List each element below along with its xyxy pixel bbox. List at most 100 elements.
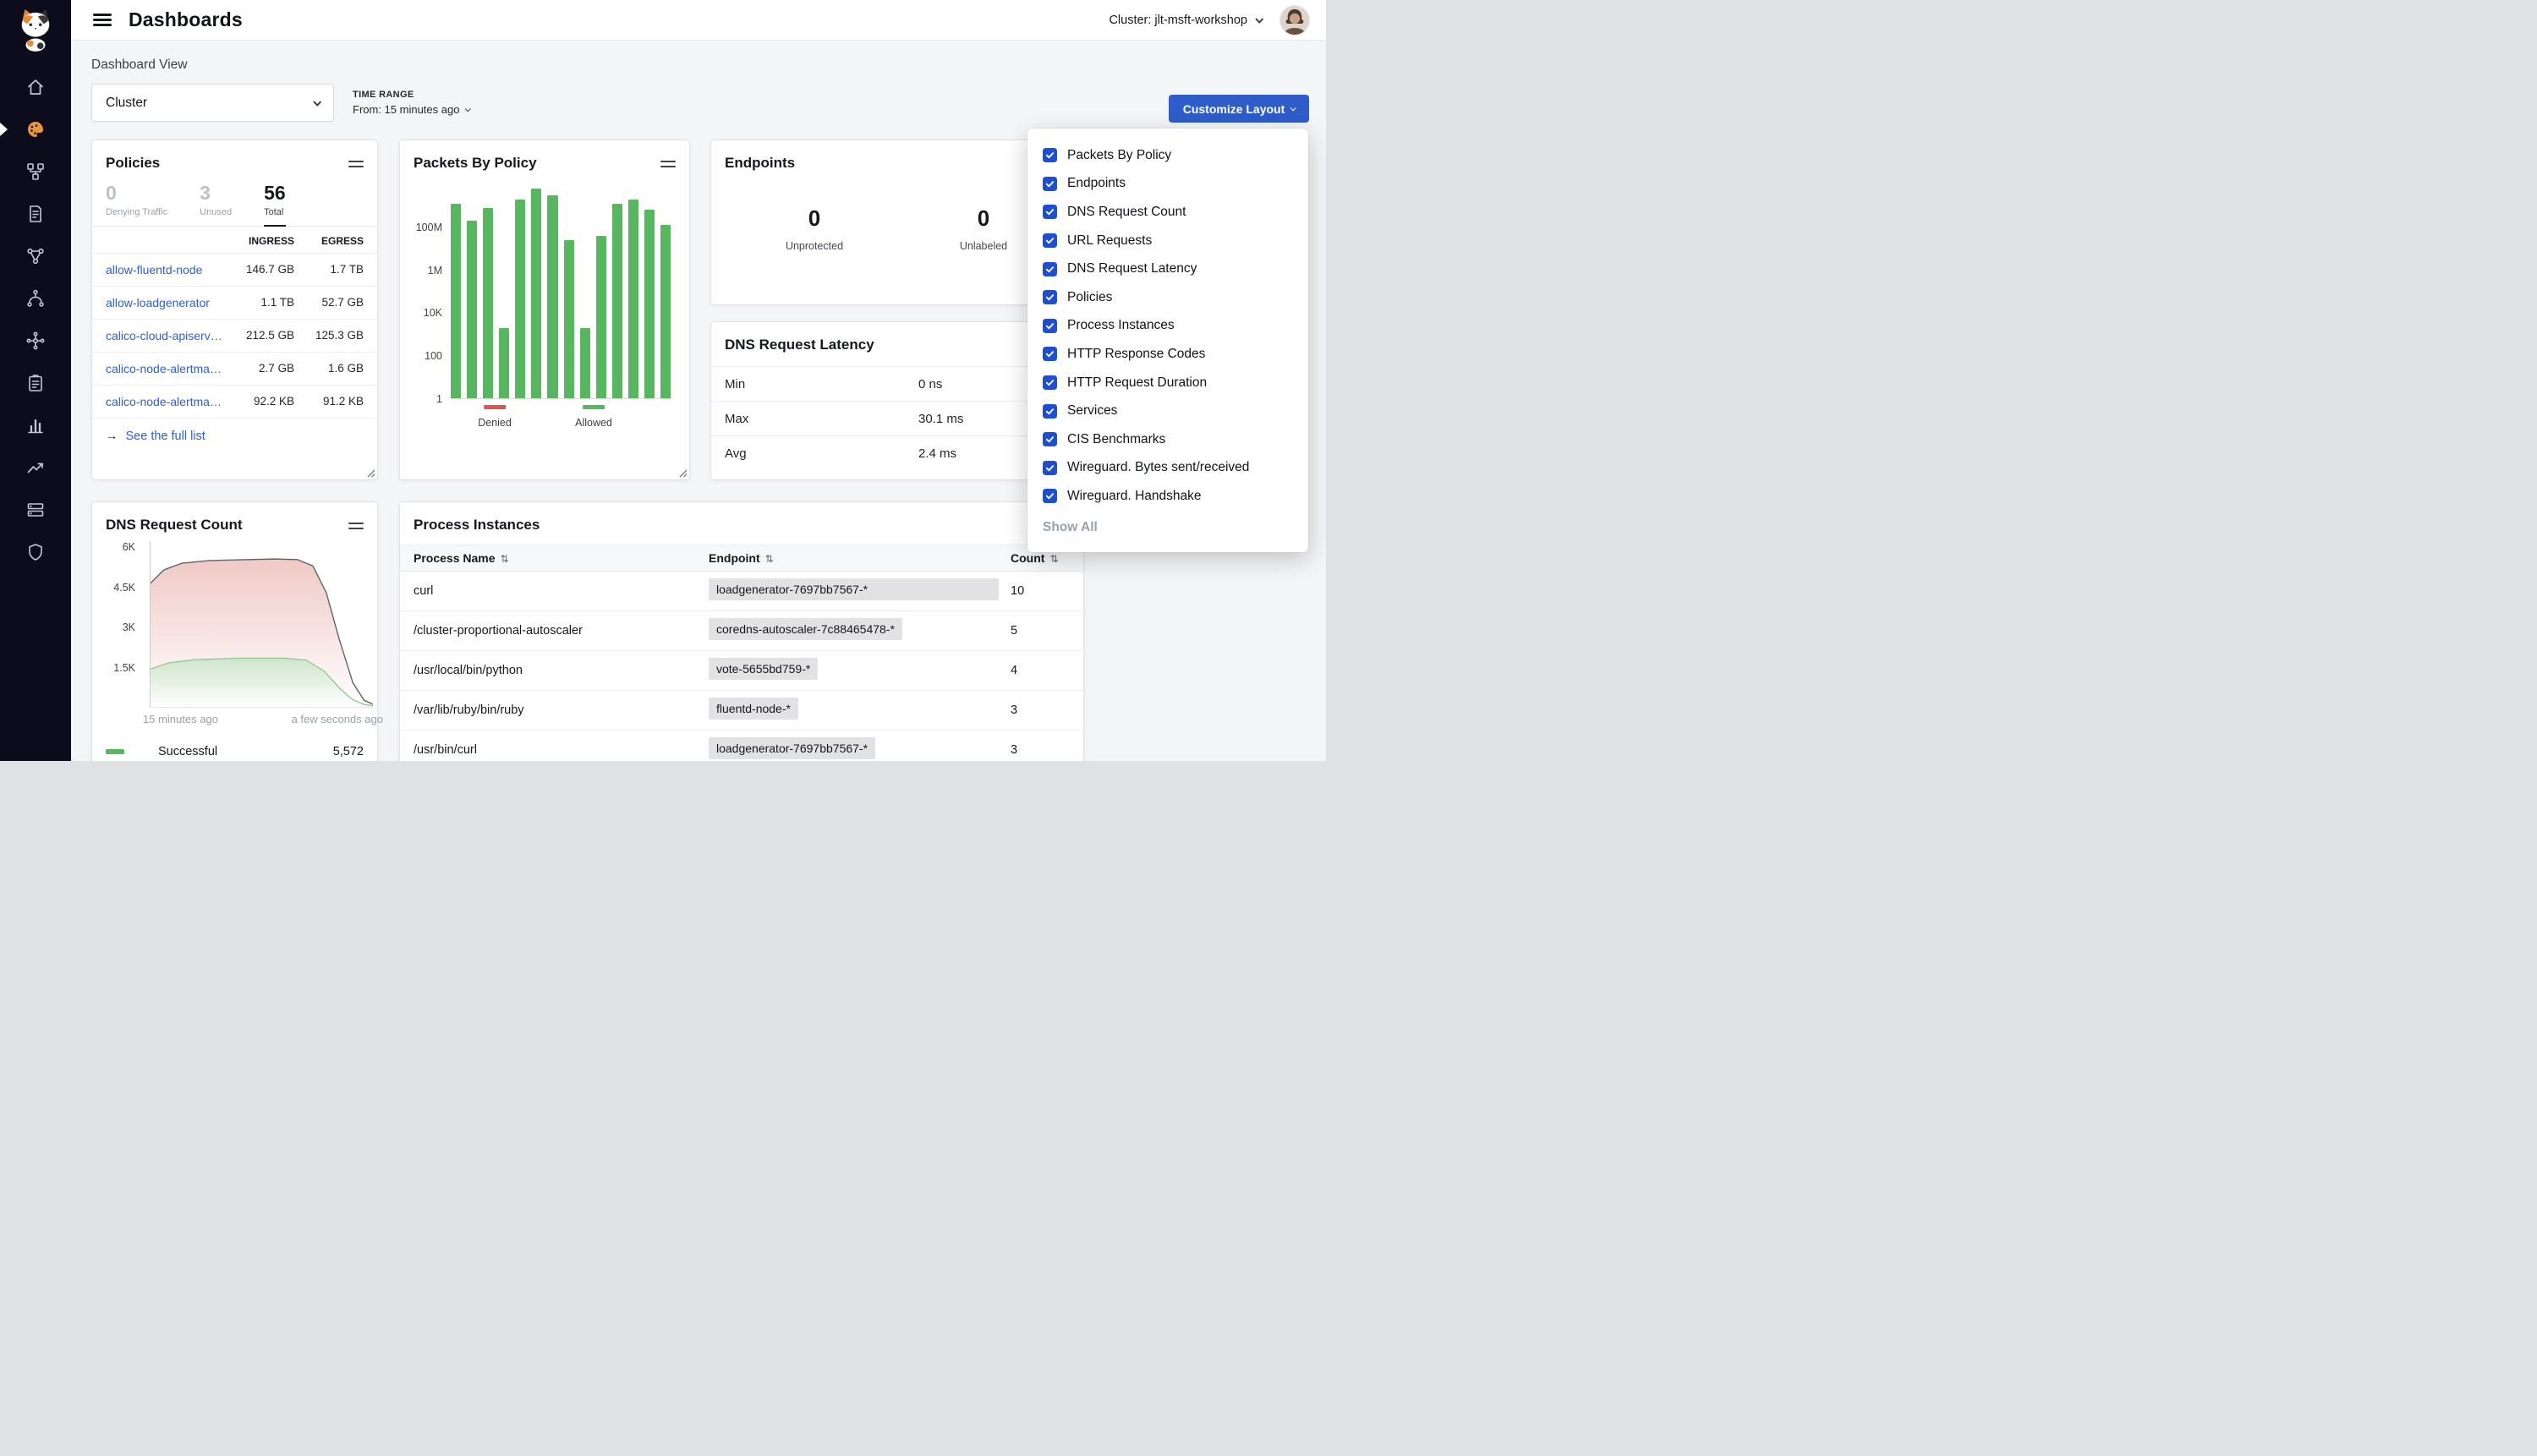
sort-icon[interactable]: ⇅	[501, 553, 509, 565]
endpoint-chip[interactable]: coredns-autoscaler-7c88465478-*	[709, 618, 902, 640]
checkbox-checked-icon[interactable]	[1043, 375, 1057, 390]
endpoint-chip[interactable]: vote-5655bd759-*	[709, 658, 818, 680]
table-row: calico-node-alertmana…2.7 GB1.6 GB	[92, 352, 377, 385]
bar[interactable]	[515, 200, 525, 398]
menu-item-wireguard-bytes-sent-received[interactable]: Wireguard. Bytes sent/received	[1027, 454, 1308, 483]
legend-swatch	[106, 749, 124, 754]
drag-handle-icon[interactable]	[660, 157, 676, 171]
checkbox-checked-icon[interactable]	[1043, 319, 1057, 333]
process-name: /cluster-proportional-autoscaler	[414, 624, 709, 638]
endpoint-chip[interactable]: fluentd-node-*	[709, 698, 798, 720]
sidebar-item-dashboards[interactable]	[0, 108, 71, 151]
policy-link[interactable]: allow-fluentd-node	[106, 263, 227, 276]
bar[interactable]	[612, 204, 622, 398]
bar[interactable]	[499, 328, 509, 398]
menu-item-process-instances[interactable]: Process Instances	[1027, 312, 1308, 341]
sidebar-item-home[interactable]	[0, 66, 71, 108]
bar[interactable]	[580, 328, 590, 398]
drag-handle-icon[interactable]	[348, 157, 364, 171]
resize-handle-icon[interactable]	[366, 468, 375, 478]
bar[interactable]	[547, 195, 557, 398]
legend-item-denied: Denied	[478, 405, 512, 430]
menu-item-url-requests[interactable]: URL Requests	[1027, 227, 1308, 255]
bar[interactable]	[467, 221, 477, 398]
cluster-icon	[25, 331, 46, 351]
menu-item-label: Wireguard. Handshake	[1067, 489, 1202, 504]
col-process-name[interactable]: Process Name⇅	[414, 551, 709, 565]
bar[interactable]	[531, 189, 541, 398]
col-endpoint[interactable]: Endpoint⇅	[709, 551, 1011, 565]
sidebar-item-cluster[interactable]	[0, 320, 71, 362]
checkbox-checked-icon[interactable]	[1043, 432, 1057, 446]
policy-link[interactable]: allow-loadgenerator	[106, 296, 227, 309]
sort-icon[interactable]: ⇅	[765, 553, 774, 565]
policy-link[interactable]: calico-node-alertmana…	[106, 395, 227, 408]
policies-stat-denying-traffic[interactable]: 0Denying Traffic	[106, 182, 167, 226]
stat-value: 0	[106, 182, 167, 205]
checkbox-checked-icon[interactable]	[1043, 205, 1057, 219]
policies-stats: 0Denying Traffic 3Unused 56Total	[92, 172, 377, 227]
bar[interactable]	[644, 210, 655, 398]
cluster-selector[interactable]: Cluster: jlt-msft-workshop	[1109, 14, 1262, 27]
checkbox-checked-icon[interactable]	[1043, 148, 1057, 162]
sidebar-item-trends[interactable]	[0, 446, 71, 489]
checkbox-checked-icon[interactable]	[1043, 177, 1057, 191]
menu-item-policies[interactable]: Policies	[1027, 283, 1308, 312]
menu-icon[interactable]	[93, 10, 112, 29]
sidebar-item-service-graph[interactable]	[0, 235, 71, 277]
checkbox-checked-icon[interactable]	[1043, 233, 1057, 248]
bar[interactable]	[483, 208, 493, 398]
time-range-value[interactable]: From: 15 minutes ago	[353, 103, 469, 116]
bar[interactable]	[564, 240, 574, 398]
menu-item-wireguard-handshake[interactable]: Wireguard. Handshake	[1027, 482, 1308, 511]
x-label-start: 15 minutes ago	[143, 713, 218, 725]
bar[interactable]	[660, 225, 671, 398]
menu-item-dns-request-count[interactable]: DNS Request Count	[1027, 198, 1308, 227]
sidebar-item-storage[interactable]	[0, 489, 71, 531]
policy-link[interactable]: calico-cloud-apiserver-…	[106, 329, 227, 342]
shield-icon	[25, 542, 46, 562]
sidebar-item-shield[interactable]	[0, 531, 71, 573]
endpoint-chip[interactable]: loadgenerator-7697bb7567-*	[709, 578, 999, 600]
dashboard-view-select[interactable]: Cluster	[91, 84, 334, 122]
sidebar-item-compliance[interactable]	[0, 362, 71, 404]
bar[interactable]	[451, 204, 461, 398]
show-all-button[interactable]: Show All	[1027, 520, 1308, 535]
sidebar-item-flow-tree[interactable]	[0, 277, 71, 320]
policy-link[interactable]: calico-node-alertmana…	[106, 362, 227, 375]
checkbox-checked-icon[interactable]	[1043, 489, 1057, 503]
drag-handle-icon[interactable]	[348, 519, 364, 533]
menu-item-services[interactable]: Services	[1027, 397, 1308, 425]
card-title: DNS Request Count	[92, 502, 377, 534]
policies-stat-unused[interactable]: 3Unused	[200, 182, 232, 226]
avatar[interactable]	[1280, 6, 1309, 35]
menu-item-packets-by-policy[interactable]: Packets By Policy	[1027, 141, 1308, 170]
resize-handle-icon[interactable]	[678, 468, 688, 478]
menu-item-endpoints[interactable]: Endpoints	[1027, 170, 1308, 199]
sidebar-item-network[interactable]	[0, 151, 71, 193]
col-count[interactable]: Count⇅	[1011, 551, 1070, 565]
dashboard-view-value: Cluster	[106, 96, 147, 111]
sidebar-item-policies[interactable]	[0, 193, 71, 235]
brand-logo[interactable]	[0, 0, 71, 54]
bar[interactable]	[596, 236, 606, 398]
sort-icon[interactable]: ⇅	[1049, 553, 1058, 565]
menu-item-dns-request-latency[interactable]: DNS Request Latency	[1027, 255, 1308, 283]
policies-stat-total[interactable]: 56Total	[264, 182, 286, 227]
endpoint-chip[interactable]: loadgenerator-7697bb7567-*	[709, 737, 875, 759]
col-name	[106, 235, 227, 247]
legend-swatch	[484, 405, 506, 409]
customize-layout-button[interactable]: Customize Layout	[1169, 95, 1309, 123]
checkbox-checked-icon[interactable]	[1043, 262, 1057, 276]
checkbox-checked-icon[interactable]	[1043, 347, 1057, 361]
checkbox-checked-icon[interactable]	[1043, 290, 1057, 304]
see-full-list-link[interactable]: See the full list	[126, 430, 205, 443]
menu-item-cis-benchmarks[interactable]: CIS Benchmarks	[1027, 425, 1308, 454]
endpoint-cell: fluentd-node-*	[709, 698, 1011, 723]
menu-item-http-response-codes[interactable]: HTTP Response Codes	[1027, 340, 1308, 369]
sidebar-item-bar-chart[interactable]	[0, 404, 71, 446]
checkbox-checked-icon[interactable]	[1043, 404, 1057, 419]
bar[interactable]	[628, 200, 638, 398]
checkbox-checked-icon[interactable]	[1043, 461, 1057, 475]
menu-item-http-request-duration[interactable]: HTTP Request Duration	[1027, 369, 1308, 397]
